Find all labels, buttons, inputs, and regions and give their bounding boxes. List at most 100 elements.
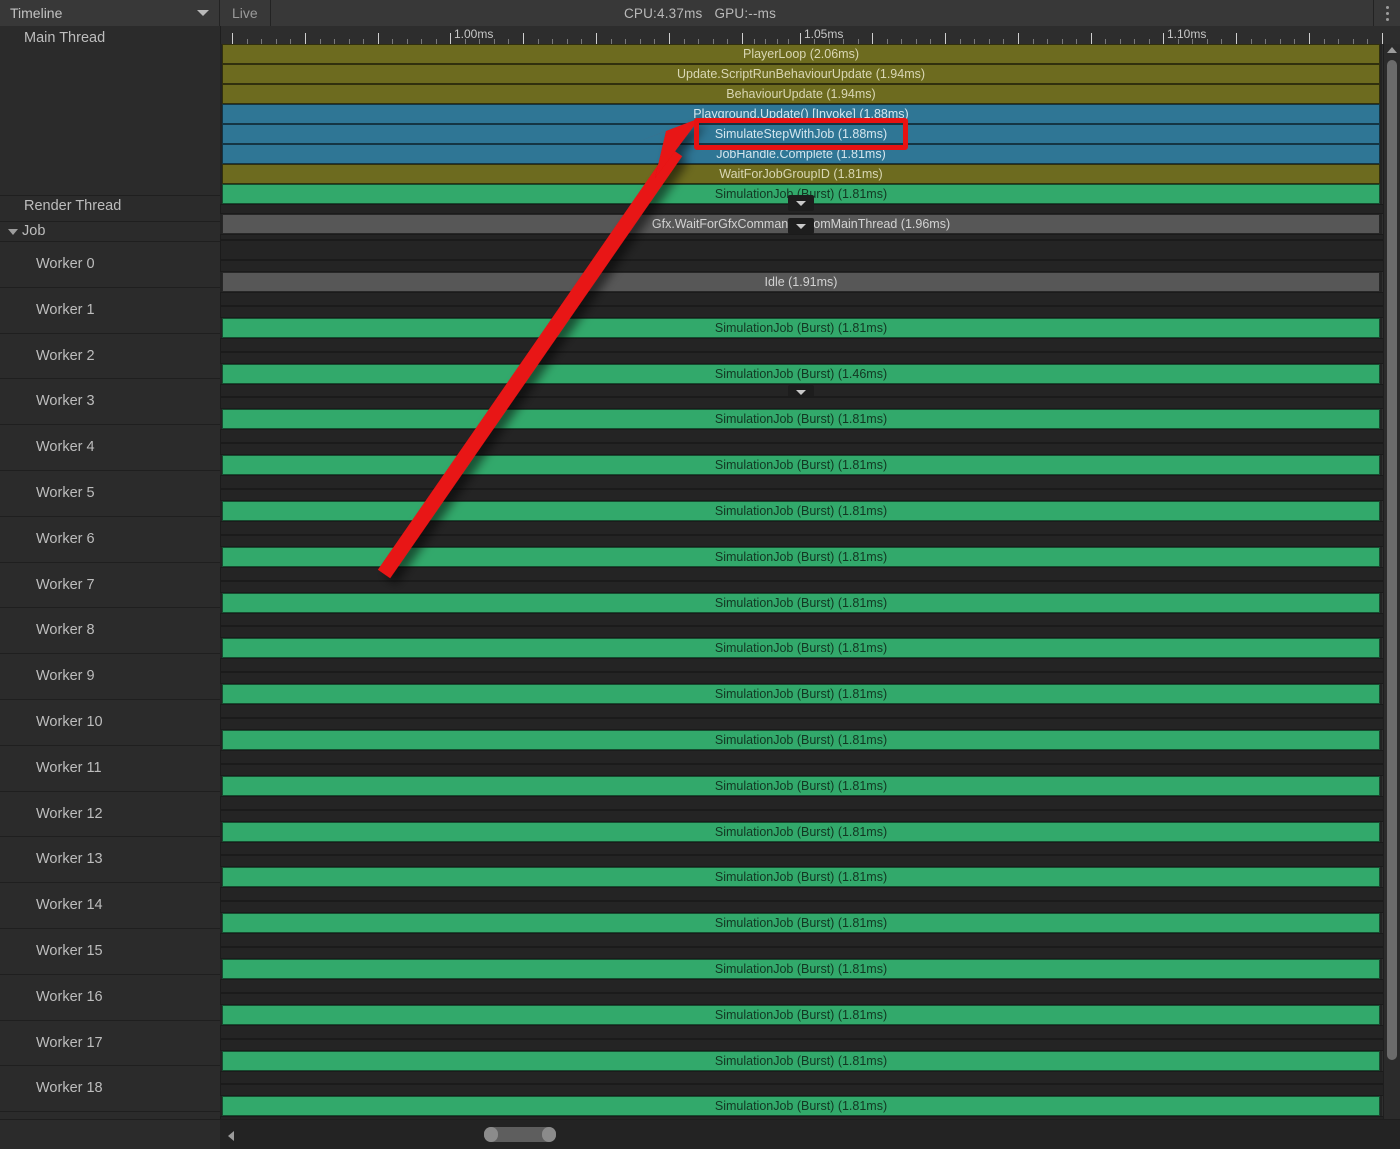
- timeline-empty-lane: [220, 613, 1400, 627]
- timeline-empty-lane: [220, 352, 1400, 364]
- sidebar-item-worker-13[interactable]: Worker 13: [0, 837, 220, 883]
- sidebar-item-label: Worker 8: [36, 622, 95, 638]
- sidebar-item-worker-3[interactable]: Worker 3: [0, 379, 220, 425]
- timeline-empty-lane: [220, 947, 1400, 959]
- timeline-sample-worker-14[interactable]: SimulationJob (Burst) (1.81ms): [222, 913, 1380, 933]
- ruler-tick-major: [1382, 33, 1383, 44]
- ruler-tick-major: [1091, 33, 1092, 44]
- timeline-empty-lane: [220, 397, 1400, 409]
- timeline-empty-lane: [220, 521, 1400, 535]
- ruler-tick-major: [945, 33, 946, 44]
- timeline-sample-worker-3[interactable]: SimulationJob (Burst) (1.81ms): [222, 409, 1380, 429]
- horizontal-scrollbar[interactable]: [0, 1119, 1400, 1149]
- timeline-sample-main-1[interactable]: Update.ScriptRunBehaviourUpdate (1.94ms): [222, 64, 1380, 84]
- horizontal-scrollbar-thumb[interactable]: [484, 1127, 556, 1142]
- timeline-empty-lane: [220, 306, 1400, 318]
- timeline-sample-worker-11[interactable]: SimulationJob (Burst) (1.81ms): [222, 776, 1380, 796]
- timeline-empty-lane: [220, 292, 1400, 306]
- timeline-sample-worker-7[interactable]: SimulationJob (Burst) (1.81ms): [222, 593, 1380, 613]
- sidebar-item-worker-5[interactable]: Worker 5: [0, 471, 220, 517]
- timeline-sample-worker-10[interactable]: SimulationJob (Burst) (1.81ms): [222, 730, 1380, 750]
- timeline-sample-worker-15[interactable]: SimulationJob (Burst) (1.81ms): [222, 959, 1380, 979]
- timeline-empty-lane: [220, 842, 1400, 856]
- timeline-sample-main-6[interactable]: WaitForJobGroupID (1.81ms): [222, 164, 1380, 184]
- sidebar-item-worker-18[interactable]: Worker 18: [0, 1066, 220, 1112]
- thread-list-pane: Main ThreadRender ThreadJobWorker 0Worke…: [0, 26, 221, 1120]
- sidebar-item-worker-1[interactable]: Worker 1: [0, 288, 220, 334]
- live-button[interactable]: Live: [220, 0, 271, 26]
- timeline-sample-worker-18[interactable]: SimulationJob (Burst) (1.81ms): [222, 1096, 1380, 1116]
- timeline-sample-worker-17[interactable]: SimulationJob (Burst) (1.81ms): [222, 1051, 1380, 1071]
- timeline-empty-lane: [220, 581, 1400, 593]
- chevron-down-icon[interactable]: [788, 195, 814, 211]
- timeline-empty-lane: [220, 933, 1400, 947]
- ruler-tick-major: [1309, 33, 1310, 44]
- vertical-scrollbar-thumb[interactable]: [1387, 60, 1397, 1060]
- sidebar-item-label: Worker 14: [36, 897, 103, 913]
- sidebar-item-job[interactable]: Job: [0, 222, 220, 242]
- timeline-sample-worker-12[interactable]: SimulationJob (Burst) (1.81ms): [222, 822, 1380, 842]
- sidebar-item-worker-7[interactable]: Worker 7: [0, 563, 220, 609]
- sidebar-item-label: Main Thread: [24, 30, 105, 46]
- sidebar-item-main-thread[interactable]: Main Thread: [0, 26, 220, 196]
- sidebar-item-worker-17[interactable]: Worker 17: [0, 1021, 220, 1067]
- timeline-sample-worker-5[interactable]: SimulationJob (Burst) (1.81ms): [222, 501, 1380, 521]
- scroll-up-arrow-icon[interactable]: [1387, 47, 1397, 53]
- horizontal-scrollbar-track[interactable]: [220, 1120, 1400, 1149]
- sidebar-item-worker-4[interactable]: Worker 4: [0, 425, 220, 471]
- timeline-empty-lane: [220, 429, 1400, 443]
- ruler-tick-major: [378, 33, 379, 44]
- ruler-tick-major: [742, 33, 743, 44]
- time-ruler[interactable]: 1.00ms1.05ms1.10ms: [220, 26, 1400, 45]
- timeline-sample-worker-16[interactable]: SimulationJob (Burst) (1.81ms): [222, 1005, 1380, 1025]
- timeline-sample-worker-4[interactable]: SimulationJob (Burst) (1.81ms): [222, 455, 1380, 475]
- sidebar-item-label: Worker 12: [36, 806, 103, 822]
- timeline-empty-lane: [220, 855, 1400, 867]
- timeline-sample-worker-6[interactable]: SimulationJob (Burst) (1.81ms): [222, 547, 1380, 567]
- sidebar-item-worker-12[interactable]: Worker 12: [0, 792, 220, 838]
- timeline-sample-worker-0[interactable]: Idle (1.91ms): [222, 272, 1380, 292]
- ruler-label: 1.05ms: [804, 27, 843, 41]
- timeline-sample-worker-8[interactable]: SimulationJob (Burst) (1.81ms): [222, 638, 1380, 658]
- sidebar-item-worker-11[interactable]: Worker 11: [0, 746, 220, 792]
- timeline-sample-worker-2[interactable]: SimulationJob (Burst) (1.46ms): [222, 364, 1380, 384]
- timeline-sample-main-2[interactable]: BehaviourUpdate (1.94ms): [222, 84, 1380, 104]
- chevron-down-icon[interactable]: [8, 229, 18, 235]
- vertical-scrollbar[interactable]: [1383, 44, 1400, 1120]
- sidebar-item-worker-0[interactable]: Worker 0: [0, 242, 220, 288]
- ruler-tick-major: [872, 33, 873, 44]
- sidebar-item-render-thread[interactable]: Render Thread: [0, 196, 220, 222]
- sidebar-item-worker-6[interactable]: Worker 6: [0, 517, 220, 563]
- timeline-empty-lane: [220, 718, 1400, 730]
- timeline-pane[interactable]: PlayerLoop (2.06ms)Update.ScriptRunBehav…: [220, 44, 1400, 1120]
- sidebar-item-worker-9[interactable]: Worker 9: [0, 654, 220, 700]
- timeline-sample-main-0[interactable]: PlayerLoop (2.06ms): [222, 44, 1380, 64]
- timeline-sample-worker-1[interactable]: SimulationJob (Burst) (1.81ms): [222, 318, 1380, 338]
- sidebar-item-label: Worker 16: [36, 989, 103, 1005]
- cpu-stat: CPU:4.37ms: [624, 6, 703, 21]
- timeline-empty-lane: [220, 810, 1400, 822]
- timeline-sample-main-5[interactable]: JobHandle.Complete (1.81ms): [222, 144, 1380, 164]
- sidebar-item-label: Worker 7: [36, 577, 95, 593]
- sidebar-item-worker-10[interactable]: Worker 10: [0, 700, 220, 746]
- sidebar-item-worker-14[interactable]: Worker 14: [0, 883, 220, 929]
- timeline-sample-worker-13[interactable]: SimulationJob (Burst) (1.81ms): [222, 867, 1380, 887]
- ruler-tick-major: [1018, 33, 1019, 44]
- gpu-stat: GPU:--ms: [714, 6, 776, 21]
- sidebar-item-worker-15[interactable]: Worker 15: [0, 929, 220, 975]
- sidebar-item-worker-8[interactable]: Worker 8: [0, 608, 220, 654]
- timeline-empty-lane: [220, 1039, 1400, 1051]
- chevron-down-icon[interactable]: [788, 218, 814, 234]
- kebab-menu-icon[interactable]: [1373, 0, 1400, 26]
- scroll-left-arrow-icon[interactable]: [228, 1131, 234, 1141]
- sidebar-item-label: Worker 15: [36, 943, 103, 959]
- sidebar-item-worker-2[interactable]: Worker 2: [0, 334, 220, 380]
- sidebar-item-worker-16[interactable]: Worker 16: [0, 975, 220, 1021]
- timeline-empty-lane: [220, 672, 1400, 684]
- timeline-sample-main-4[interactable]: SimulateStepWithJob (1.88ms): [222, 124, 1380, 144]
- timeline-sample-worker-9[interactable]: SimulationJob (Burst) (1.81ms): [222, 684, 1380, 704]
- view-selector-dropdown[interactable]: Timeline: [0, 0, 220, 26]
- timeline-sample-main-3[interactable]: Playground.Update() [Invoke] (1.88ms): [222, 104, 1380, 124]
- ruler-label: 1.00ms: [454, 27, 493, 41]
- timeline-empty-lane: [220, 535, 1400, 547]
